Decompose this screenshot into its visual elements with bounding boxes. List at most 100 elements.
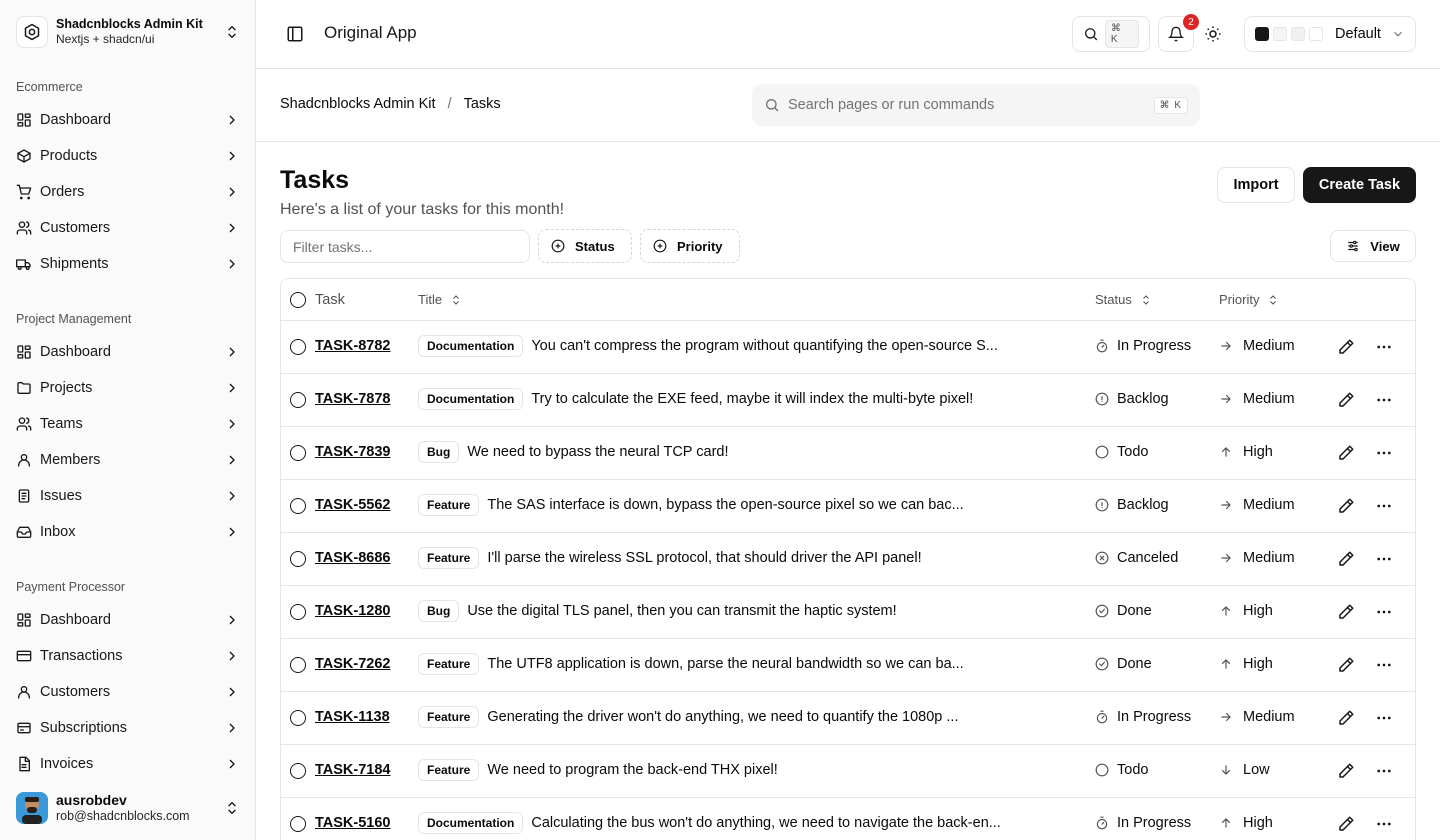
- sidebar-item-dashboard[interactable]: Dashboard: [8, 336, 248, 368]
- task-id-link[interactable]: TASK-1138: [315, 709, 390, 725]
- pencil-icon[interactable]: [1337, 497, 1355, 515]
- task-id-link[interactable]: TASK-7839: [315, 444, 390, 460]
- workspace-switcher[interactable]: Shadcnblocks Admin Kit Nextjs + shadcn/u…: [8, 8, 248, 56]
- task-id-link[interactable]: TASK-5562: [315, 497, 390, 513]
- row-checkbox[interactable]: [290, 392, 306, 408]
- task-id-link[interactable]: TASK-5160: [315, 815, 390, 831]
- more-horizontal-icon[interactable]: [1375, 762, 1393, 780]
- theme-label: Default: [1335, 26, 1381, 42]
- sliders-icon: [1348, 240, 1358, 252]
- user-menu[interactable]: ausrobdev rob@shadcnblocks.com: [8, 784, 248, 832]
- notifications-button[interactable]: 2: [1158, 14, 1199, 52]
- task-priority: High: [1243, 603, 1273, 619]
- view-options-button[interactable]: View: [1330, 230, 1416, 262]
- row-checkbox[interactable]: [290, 604, 306, 620]
- pencil-icon[interactable]: [1337, 391, 1355, 409]
- row-checkbox[interactable]: [290, 551, 306, 567]
- pencil-icon[interactable]: [1337, 815, 1355, 833]
- filter-tasks-input[interactable]: [280, 230, 530, 263]
- import-button[interactable]: Import: [1217, 167, 1295, 203]
- row-checkbox[interactable]: [290, 445, 306, 461]
- sidebar-item-subscriptions[interactable]: Subscriptions: [8, 712, 248, 744]
- x-circle-icon: [1095, 551, 1109, 565]
- chevron-right-icon: [229, 419, 235, 429]
- sidebar-item-customers[interactable]: Customers: [8, 212, 248, 244]
- sidebar-toggle-icon[interactable]: [286, 25, 304, 43]
- column-priority-sort[interactable]: Priority: [1219, 292, 1279, 307]
- row-checkbox[interactable]: [290, 339, 306, 355]
- pencil-icon[interactable]: [1337, 709, 1355, 727]
- more-horizontal-icon[interactable]: [1375, 815, 1393, 833]
- user-icon: [18, 454, 30, 467]
- row-checkbox[interactable]: [290, 816, 306, 832]
- chevrons-up-down-icon: [228, 25, 236, 39]
- chevron-right-icon: [229, 347, 235, 357]
- task-id-link[interactable]: TASK-8782: [315, 338, 390, 354]
- row-checkbox[interactable]: [290, 710, 306, 726]
- sidebar-item-dashboard[interactable]: Dashboard: [8, 104, 248, 136]
- sidebar-item-products[interactable]: Products: [8, 140, 248, 172]
- task-id-link[interactable]: TASK-7878: [315, 391, 390, 407]
- task-title: The SAS interface is down, bypass the op…: [487, 497, 964, 513]
- pencil-icon[interactable]: [1337, 762, 1355, 780]
- sidebar-item-label: Issues: [40, 488, 82, 504]
- status-filter-button[interactable]: Status: [538, 229, 632, 263]
- chevron-right-icon: [229, 115, 235, 125]
- row-checkbox[interactable]: [290, 763, 306, 779]
- more-horizontal-icon[interactable]: [1375, 709, 1393, 727]
- search-icon: [1084, 28, 1098, 41]
- row-checkbox[interactable]: [290, 657, 306, 673]
- sidebar-item-projects[interactable]: Projects: [8, 372, 248, 404]
- sun-icon[interactable]: [1204, 25, 1222, 43]
- sidebar-item-label: Transactions: [40, 648, 123, 664]
- more-horizontal-icon[interactable]: [1375, 391, 1393, 409]
- theme-swatch: [1255, 27, 1269, 41]
- sidebar-item-customers[interactable]: Customers: [8, 676, 248, 708]
- cart-icon: [16, 184, 32, 200]
- more-horizontal-icon[interactable]: [1375, 444, 1393, 462]
- more-horizontal-icon[interactable]: [1375, 550, 1393, 568]
- priority-filter-button[interactable]: Priority: [640, 229, 740, 263]
- pencil-icon[interactable]: [1337, 550, 1355, 568]
- pencil-icon[interactable]: [1337, 603, 1355, 621]
- task-status: In Progress: [1117, 815, 1192, 831]
- select-all-checkbox[interactable]: [290, 292, 306, 308]
- task-id-link[interactable]: TASK-7262: [315, 656, 390, 672]
- row-checkbox[interactable]: [290, 498, 306, 514]
- sidebar-item-shipments[interactable]: Shipments: [8, 248, 248, 280]
- sidebar-item-teams[interactable]: Teams: [8, 408, 248, 440]
- arrow-right-icon: [1221, 712, 1231, 722]
- more-horizontal-icon[interactable]: [1375, 497, 1393, 515]
- task-id-link[interactable]: TASK-8686: [315, 550, 390, 566]
- search-button[interactable]: ⌘ K: [1072, 16, 1150, 52]
- pencil-icon[interactable]: [1337, 656, 1355, 674]
- task-id-link[interactable]: TASK-7184: [315, 762, 390, 778]
- sidebar-item-orders[interactable]: Orders: [8, 176, 248, 208]
- status-filter-label: Status: [575, 238, 615, 254]
- more-horizontal-icon[interactable]: [1375, 338, 1393, 356]
- pencil-icon[interactable]: [1337, 338, 1355, 356]
- sidebar-item-label: Teams: [40, 416, 83, 432]
- task-title: I'll parse the wireless SSL protocol, th…: [487, 550, 922, 566]
- circle-icon: [1095, 763, 1109, 777]
- sidebar-item-issues[interactable]: Issues: [8, 480, 248, 512]
- sidebar-item-dashboard[interactable]: Dashboard: [8, 604, 248, 636]
- more-horizontal-icon[interactable]: [1375, 656, 1393, 674]
- command-search[interactable]: Search pages or run commands ⌘ K: [752, 84, 1200, 126]
- sidebar-item-members[interactable]: Members: [8, 444, 248, 476]
- task-label-badge: Feature: [418, 706, 480, 728]
- pencil-icon[interactable]: [1337, 444, 1355, 462]
- theme-select[interactable]: Default: [1244, 16, 1416, 52]
- sidebar-item-transactions[interactable]: Transactions: [8, 640, 248, 672]
- more-horizontal-icon[interactable]: [1375, 603, 1393, 621]
- sidebar-item-invoices[interactable]: Invoices: [8, 748, 248, 780]
- timer-icon: [1096, 339, 1108, 353]
- task-id-link[interactable]: TASK-1280: [315, 603, 390, 619]
- theme-swatch: [1291, 27, 1305, 41]
- priority-filter-label: Priority: [677, 238, 723, 254]
- breadcrumb-root[interactable]: Shadcnblocks Admin Kit: [280, 96, 436, 112]
- column-status-sort[interactable]: Status: [1095, 292, 1152, 307]
- column-title-sort[interactable]: Title: [418, 292, 462, 307]
- create-task-button[interactable]: Create Task: [1303, 167, 1416, 203]
- sidebar-item-inbox[interactable]: Inbox: [8, 516, 248, 548]
